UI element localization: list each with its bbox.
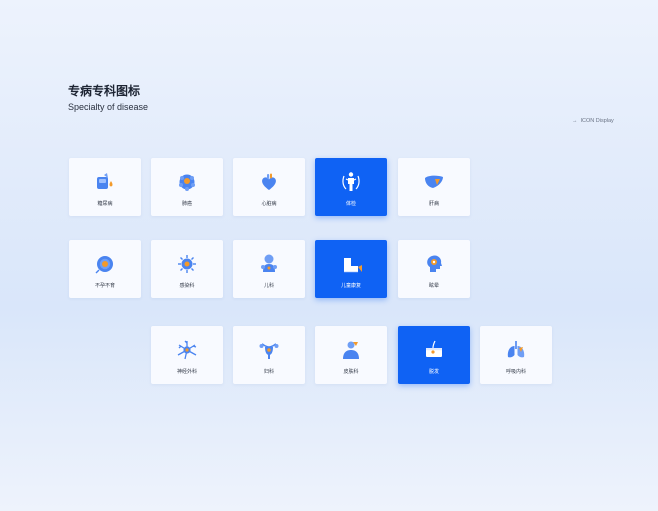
card-physical-exam[interactable]: 体检: [315, 158, 387, 216]
card-label: 心脏病: [261, 201, 277, 207]
diabetes-icon: [97, 173, 113, 189]
heart-disease-icon: [262, 173, 276, 190]
card-child-rehab[interactable]: 儿童康复: [315, 240, 387, 298]
card-pediatrics[interactable]: 儿科: [233, 240, 305, 298]
card-label: 呼吸内科: [505, 369, 526, 375]
card-label: 儿科: [263, 283, 274, 289]
card-vertigo[interactable]: 眩晕: [398, 240, 470, 298]
card-label: 眩晕: [428, 283, 439, 289]
gynecology-icon: [259, 343, 279, 359]
card-hair-loss[interactable]: 脱发: [398, 326, 470, 384]
dermatology-icon: [343, 341, 359, 359]
lung-cancer-icon: [179, 174, 195, 191]
infection-icon: [178, 255, 196, 273]
card-label: 不孕不育: [94, 283, 115, 289]
icon-display-label: ICON Display: [580, 118, 614, 124]
card-label: 儿童康复: [340, 283, 361, 289]
card-dermatology[interactable]: 皮肤科: [315, 326, 387, 384]
card-infertility[interactable]: 不孕不育: [69, 240, 141, 298]
card-gynecology[interactable]: 妇科: [233, 326, 305, 384]
card-liver-disease[interactable]: 肝病: [398, 158, 470, 216]
card-label: 体检: [345, 201, 356, 207]
card-infection[interactable]: 感染科: [151, 240, 223, 298]
pediatrics-icon: [261, 254, 277, 272]
physical-exam-icon: [342, 172, 360, 191]
card-label: 肺癌: [181, 201, 192, 207]
card-lung-cancer[interactable]: 肺癌: [151, 158, 223, 216]
vertigo-icon: [427, 255, 442, 272]
liver-disease-icon: [425, 175, 443, 188]
card-heart-disease[interactable]: 心脏病: [233, 158, 305, 216]
card-neurosurgery[interactable]: 神经外科: [151, 326, 223, 384]
card-respiratory[interactable]: 呼吸内科: [480, 326, 552, 384]
child-rehab-icon: [344, 258, 362, 273]
neurosurgery-icon: [177, 340, 197, 360]
card-label: 糖尿病: [97, 201, 113, 207]
page-title: 专病专科图标: [68, 84, 141, 98]
card-label: 皮肤科: [343, 369, 359, 375]
card-label: 妇科: [263, 369, 274, 375]
arrow-right-icon: →: [572, 118, 578, 124]
card-label: 感染科: [179, 283, 195, 289]
hair-loss-icon: [426, 340, 442, 357]
card-diabetes[interactable]: 糖尿病: [69, 158, 141, 216]
page-subtitle: Specialty of disease: [68, 102, 149, 112]
card-label: 神经外科: [176, 369, 197, 375]
card-label: 肝病: [428, 201, 439, 207]
respiratory-icon: [507, 341, 525, 358]
card-label: 脱发: [428, 369, 439, 375]
infertility-icon: [95, 256, 113, 274]
icon-display-link[interactable]: → ICON Display: [572, 118, 614, 124]
